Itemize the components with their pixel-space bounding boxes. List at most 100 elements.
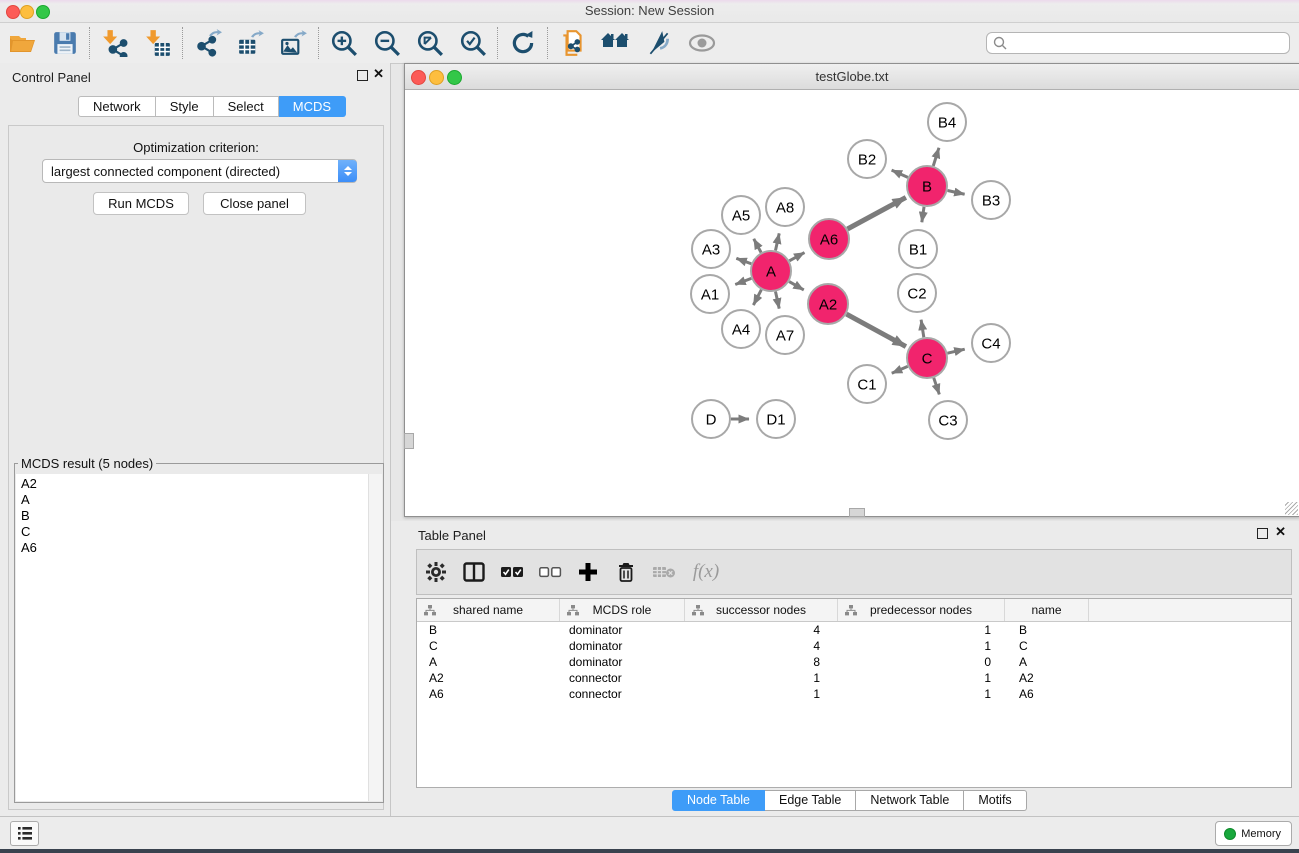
import-table-icon[interactable]	[136, 26, 179, 60]
edge-B-B2[interactable]	[892, 170, 908, 177]
table-cell[interactable]: 1	[838, 671, 1005, 685]
node-B1[interactable]: B1	[899, 230, 937, 268]
table-cell[interactable]: B	[417, 623, 560, 637]
clone-network-icon[interactable]	[551, 26, 594, 60]
edge-C-C2[interactable]	[921, 320, 924, 338]
zoom-selected-icon[interactable]	[451, 26, 494, 60]
table-cell[interactable]: C	[1005, 639, 1089, 653]
edge-A-A7[interactable]	[775, 292, 779, 309]
node-A6[interactable]: A6	[809, 219, 849, 259]
delete-column-trash-icon[interactable]	[607, 561, 645, 583]
table-cell[interactable]: 4	[685, 639, 838, 653]
node-B4[interactable]: B4	[928, 103, 966, 141]
home-icon[interactable]	[594, 26, 637, 60]
node-table[interactable]: shared nameMCDS rolesuccessor nodesprede…	[416, 598, 1292, 788]
network-window-titlebar[interactable]: testGlobe.txt	[405, 64, 1299, 90]
table-row[interactable]: A6connector11A6	[417, 686, 1291, 702]
node-C3[interactable]: C3	[929, 401, 967, 439]
table-cell[interactable]: A2	[1005, 671, 1089, 685]
table-cell[interactable]: A	[1005, 655, 1089, 669]
edge-A-A2[interactable]	[789, 282, 804, 290]
table-cell[interactable]: 8	[685, 655, 838, 669]
node-C4[interactable]: C4	[972, 324, 1010, 362]
table-settings-gear-icon[interactable]	[417, 561, 455, 583]
table-cell[interactable]: A	[417, 655, 560, 669]
table-cell[interactable]: 1	[838, 639, 1005, 653]
table-cell[interactable]: B	[1005, 623, 1089, 637]
node-B2[interactable]: B2	[848, 140, 886, 178]
mcds-result-item[interactable]: A2	[21, 476, 382, 492]
criterion-dropdown[interactable]: largest connected component (directed)	[42, 159, 357, 183]
export-network-icon[interactable]	[186, 26, 229, 60]
column-header-name[interactable]: name	[1005, 599, 1089, 621]
edge-C-C4[interactable]	[947, 349, 964, 353]
float-table-panel-icon[interactable]	[1257, 528, 1268, 539]
table-cell[interactable]: dominator	[560, 655, 685, 669]
edge-A2-C[interactable]	[846, 314, 905, 346]
export-table-icon[interactable]	[229, 26, 272, 60]
network-canvas[interactable]: B4B2BB3A8A5A6A3B1AA1C2A2A4A7C4CC1DD1C3	[405, 90, 1299, 516]
table-cell[interactable]: dominator	[560, 639, 685, 653]
column-header-predecessor-nodes[interactable]: predecessor nodes	[838, 599, 1005, 621]
table-cell[interactable]: connector	[560, 687, 685, 701]
node-B3[interactable]: B3	[972, 181, 1010, 219]
node-A5[interactable]: A5	[722, 196, 760, 234]
save-session-icon[interactable]	[43, 26, 86, 60]
search-field[interactable]	[986, 32, 1290, 54]
graphics-details-icon[interactable]	[637, 26, 680, 60]
table-cell[interactable]: 0	[838, 655, 1005, 669]
table-cell[interactable]: 1	[685, 671, 838, 685]
table-cell[interactable]: C	[417, 639, 560, 653]
zoom-out-icon[interactable]	[365, 26, 408, 60]
window-resize-grip[interactable]	[1285, 502, 1298, 515]
table-cell[interactable]: A6	[1005, 687, 1089, 701]
table-cell[interactable]: 4	[685, 623, 838, 637]
edge-A6-B[interactable]	[847, 197, 905, 229]
table-cell[interactable]: 1	[838, 687, 1005, 701]
edge-A-A8[interactable]	[775, 233, 779, 250]
memory-button[interactable]: Memory	[1215, 821, 1292, 846]
node-A3[interactable]: A3	[692, 230, 730, 268]
edge-B-B4[interactable]	[933, 148, 939, 166]
show-column-panel-icon[interactable]	[455, 562, 493, 582]
mcds-result-item[interactable]: A6	[21, 540, 382, 556]
table-cell[interactable]: 1	[838, 623, 1005, 637]
run-mcds-button[interactable]: Run MCDS	[93, 192, 189, 215]
node-A8[interactable]: A8	[766, 188, 804, 226]
tab-network-table[interactable]: Network Table	[856, 790, 964, 811]
edge-B-B1[interactable]	[922, 207, 924, 222]
edge-C-C1[interactable]	[892, 366, 908, 373]
close-table-panel-icon[interactable]: ✕	[1275, 524, 1286, 540]
tab-network[interactable]: Network	[78, 96, 156, 117]
column-header-successor-nodes[interactable]: successor nodes	[685, 599, 838, 621]
edge-C-C3[interactable]	[934, 378, 940, 395]
table-row[interactable]: Cdominator41C	[417, 638, 1291, 654]
tab-style[interactable]: Style	[156, 96, 214, 117]
mcds-result-item[interactable]: B	[21, 508, 382, 524]
table-cell[interactable]: 1	[685, 687, 838, 701]
node-C2[interactable]: C2	[898, 274, 936, 312]
zoom-fit-icon[interactable]	[408, 26, 451, 60]
column-header-MCDS-role[interactable]: MCDS role	[560, 599, 685, 621]
node-A4[interactable]: A4	[722, 310, 760, 348]
refresh-icon[interactable]	[501, 26, 544, 60]
import-network-icon[interactable]	[93, 26, 136, 60]
table-row[interactable]: Adominator80A	[417, 654, 1291, 670]
table-cell[interactable]: dominator	[560, 623, 685, 637]
mcds-result-item[interactable]: A	[21, 492, 382, 508]
close-panel-button[interactable]: Close panel	[203, 192, 306, 215]
mcds-result-list[interactable]: A2ABCA6	[16, 474, 382, 801]
table-cell[interactable]: A2	[417, 671, 560, 685]
edge-A-A5[interactable]	[754, 239, 761, 253]
tab-select[interactable]: Select	[214, 96, 279, 117]
node-C1[interactable]: C1	[848, 365, 886, 403]
node-B[interactable]: B	[907, 166, 947, 206]
tab-node-table[interactable]: Node Table	[672, 790, 765, 811]
horizontal-scrollbar-knob[interactable]	[849, 508, 865, 517]
node-A2[interactable]: A2	[808, 284, 848, 324]
column-header-shared-name[interactable]: shared name	[417, 599, 560, 621]
node-D[interactable]: D	[692, 400, 730, 438]
table-row[interactable]: A2connector11A2	[417, 670, 1291, 686]
close-panel-icon[interactable]: ✕	[373, 66, 384, 82]
edge-A-A3[interactable]	[736, 258, 751, 263]
